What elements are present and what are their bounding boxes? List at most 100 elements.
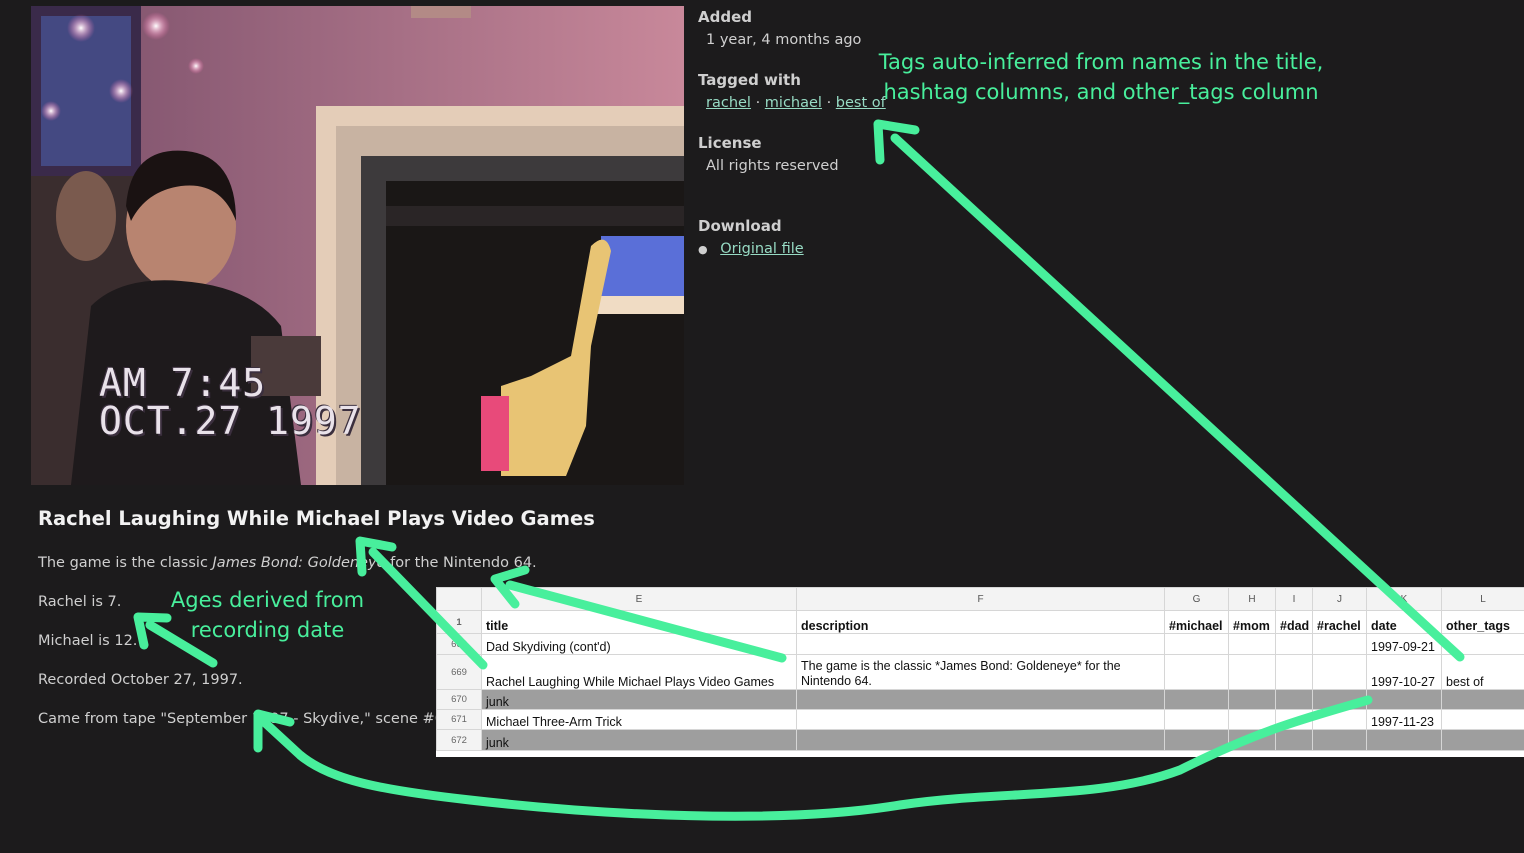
table-row: 670 junk (436, 689, 1524, 710)
table-row: 671 Michael Three-Arm Trick 1997-11-23 (436, 709, 1524, 730)
column-letter-row: E F G H I J K L (436, 587, 1524, 611)
download-item: ● Original file (698, 241, 804, 257)
cell[interactable] (1228, 654, 1276, 690)
row-number: 668 (436, 633, 482, 655)
header-cell-other-tags[interactable]: other_tags (1441, 610, 1524, 634)
arrow-tags (890, 133, 1465, 662)
cell-other-tags[interactable] (1441, 729, 1524, 751)
cell-description[interactable] (796, 709, 1165, 730)
cell-date[interactable]: 1997-10-27 (1366, 654, 1442, 690)
cell-description[interactable] (796, 689, 1165, 710)
cell[interactable] (1312, 729, 1367, 751)
cell-other-tags[interactable] (1441, 689, 1524, 710)
tag-link-michael[interactable]: michael (765, 95, 822, 111)
cell[interactable] (1164, 654, 1229, 690)
column-letter[interactable]: G (1164, 587, 1229, 611)
added-value: 1 year, 4 months ago (706, 32, 862, 48)
tags-annotation-line1: Tags auto-inferred from names in the tit… (878, 50, 1324, 74)
header-cell-dad[interactable]: #dad (1275, 610, 1313, 634)
cell[interactable] (1275, 633, 1313, 655)
table-row: 672 junk (436, 729, 1524, 751)
cell[interactable] (1312, 654, 1367, 690)
cell-description[interactable] (796, 729, 1165, 751)
ages-annotation-line1: Ages derived from (170, 588, 365, 612)
cell[interactable] (1164, 709, 1229, 730)
age-rachel-text: Rachel is 7. (38, 594, 122, 610)
column-letter[interactable]: K (1366, 587, 1442, 611)
tag-list: rachel · michael · best of (706, 95, 886, 111)
ages-annotation-line2: recording date (190, 618, 345, 642)
cell-date[interactable] (1366, 689, 1442, 710)
column-letter[interactable]: E (481, 587, 797, 611)
cell-date[interactable]: 1997-11-23 (1366, 709, 1442, 730)
cell-description[interactable] (796, 633, 1165, 655)
row-number: 669 (436, 654, 482, 690)
cell-date[interactable] (1366, 729, 1442, 751)
added-label: Added (698, 8, 752, 26)
header-cell-title[interactable]: title (481, 610, 797, 634)
cell[interactable] (1275, 689, 1313, 710)
cell[interactable] (1312, 633, 1367, 655)
original-file-link[interactable]: Original file (720, 241, 803, 257)
cell[interactable] (1228, 633, 1276, 655)
table-row: 669 Rachel Laughing While Michael Plays … (436, 654, 1524, 690)
ages-annotation: Ages derived from recording date (160, 585, 375, 645)
table-row: 668 Dad Skydiving (cont'd) 1997-09-21 (436, 633, 1524, 655)
arrow-tags-head (873, 119, 920, 165)
cell-title[interactable]: junk (481, 689, 797, 710)
age-michael-text: Michael is 12. (38, 633, 138, 649)
description-prefix: The game is the classic (38, 555, 213, 571)
header-cell-rachel[interactable]: #rachel (1312, 610, 1367, 634)
column-letter[interactable]: L (1441, 587, 1524, 611)
cell[interactable] (1275, 654, 1313, 690)
cell[interactable] (1275, 729, 1313, 751)
video-timestamp-time: AM 7:45 (99, 361, 267, 405)
column-letter[interactable]: F (796, 587, 1165, 611)
row-number: 1 (436, 610, 482, 634)
cell-description[interactable]: The game is the classic *James Bond: Gol… (796, 654, 1165, 690)
header-cell-mom[interactable]: #mom (1228, 610, 1276, 634)
cell[interactable] (1164, 633, 1229, 655)
cell-title[interactable]: Michael Three-Arm Trick (481, 709, 797, 730)
download-label: Download (698, 217, 782, 235)
description-game-title: James Bond: Goldeneye (212, 555, 386, 571)
cell-other-tags[interactable] (1441, 633, 1524, 655)
video-player[interactable]: AM 7:45 OCT.27 1997 (31, 6, 684, 485)
header-cell-michael[interactable]: #michael (1164, 610, 1229, 634)
cell[interactable] (1228, 709, 1276, 730)
cell-other-tags[interactable]: best of (1441, 654, 1524, 690)
cell[interactable] (1164, 689, 1229, 710)
video-timestamp-date: OCT.27 1997 (99, 399, 362, 443)
column-letter[interactable]: I (1275, 587, 1313, 611)
header-row: 1 title description #michael #mom #dad #… (436, 610, 1524, 634)
bullet-icon: ● (698, 243, 708, 256)
description-suffix: for the Nintendo 64. (385, 555, 537, 571)
cell-other-tags[interactable] (1441, 709, 1524, 730)
tag-separator: · (755, 95, 761, 111)
column-letter[interactable]: J (1312, 587, 1367, 611)
row-number: 670 (436, 689, 482, 710)
cell-title[interactable]: Dad Skydiving (cont'd) (481, 633, 797, 655)
header-cell-description[interactable]: description (796, 610, 1165, 634)
tagged-label: Tagged with (698, 71, 801, 89)
cell[interactable] (1275, 709, 1313, 730)
tags-annotation: Tags auto-inferred from names in the tit… (876, 47, 1326, 107)
cell-title[interactable]: Rachel Laughing While Michael Plays Vide… (481, 654, 797, 690)
tag-link-rachel[interactable]: rachel (706, 95, 751, 111)
cell-title[interactable]: junk (481, 729, 797, 751)
video-timestamp-overlay: AM 7:45 OCT.27 1997 (99, 364, 362, 440)
row-number: 672 (436, 729, 482, 751)
tags-annotation-line2: hashtag columns, and other_tags column (883, 80, 1319, 104)
tag-separator: · (826, 95, 832, 111)
cell[interactable] (1164, 729, 1229, 751)
cell[interactable] (1228, 689, 1276, 710)
cell[interactable] (1312, 689, 1367, 710)
video-title: Rachel Laughing While Michael Plays Vide… (38, 507, 595, 530)
cell-date[interactable]: 1997-09-21 (1366, 633, 1442, 655)
header-cell-date[interactable]: date (1366, 610, 1442, 634)
cell[interactable] (1312, 709, 1367, 730)
row-number: 671 (436, 709, 482, 730)
cell[interactable] (1228, 729, 1276, 751)
column-letter[interactable]: H (1228, 587, 1276, 611)
corner-cell (436, 587, 482, 611)
